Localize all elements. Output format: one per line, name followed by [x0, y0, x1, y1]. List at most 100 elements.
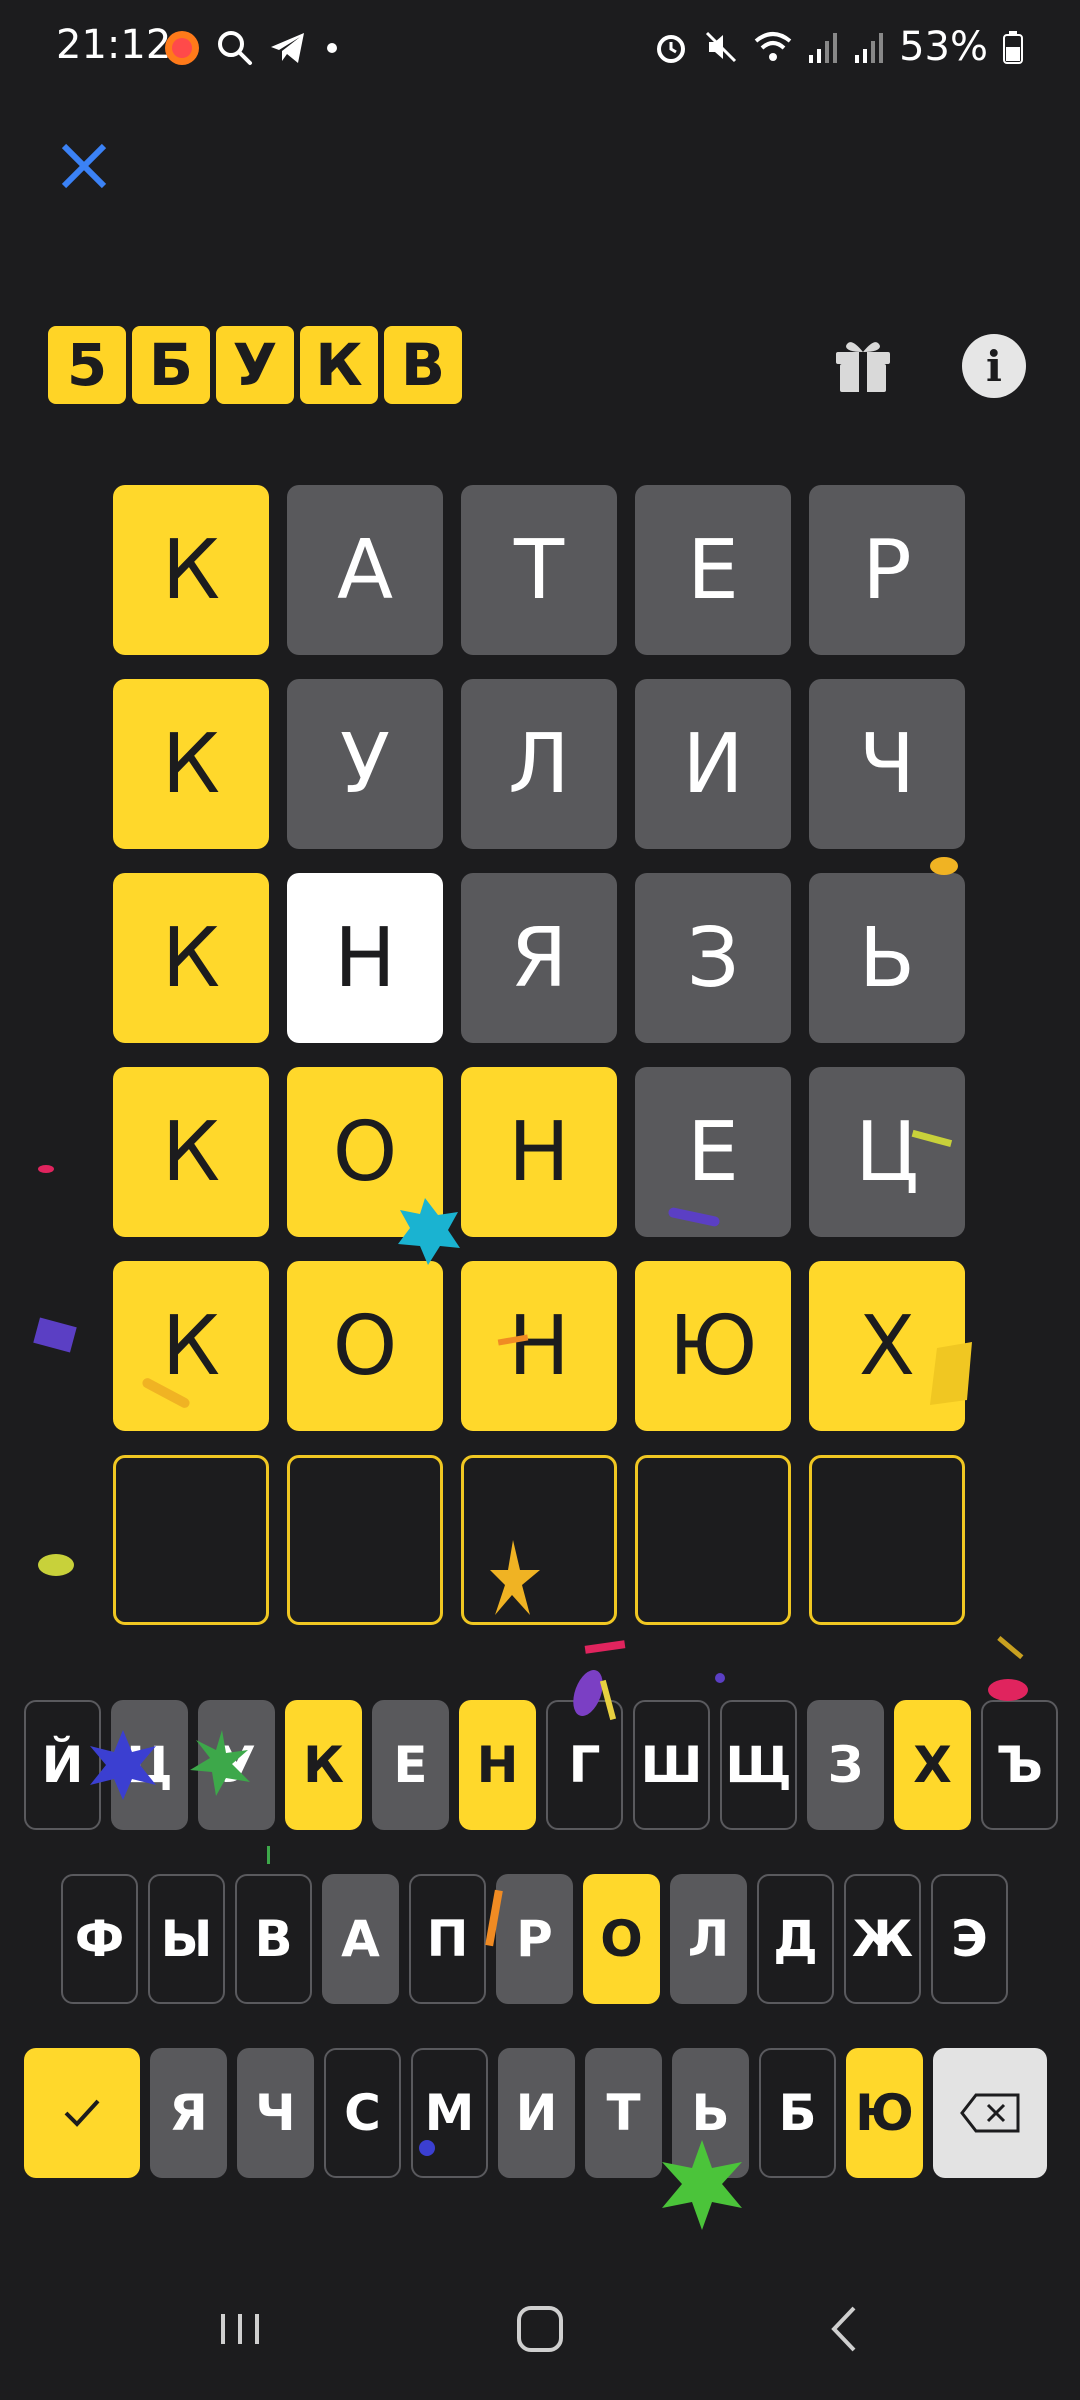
letter-tile: К	[113, 1261, 269, 1431]
app-notification-icon	[165, 31, 199, 65]
key-Ш[interactable]: Ш	[633, 1700, 710, 1830]
letter-tile: К	[113, 485, 269, 655]
logo-letter: К	[300, 326, 378, 404]
check-icon	[64, 2099, 100, 2127]
key-Ц[interactable]: Ц	[111, 1700, 188, 1830]
key-Щ[interactable]: Щ	[720, 1700, 797, 1830]
game-board: КАТЕРКУЛИЧКНЯЗЬКОНЕЦКОНЮХ	[113, 485, 965, 1649]
letter-tile: У	[287, 679, 443, 849]
letter-tile: О	[287, 1067, 443, 1237]
board-row: КАТЕР	[113, 485, 965, 655]
info-button[interactable]: i	[962, 334, 1026, 398]
back-icon	[831, 2306, 856, 2352]
key-В[interactable]: В	[235, 1874, 312, 2004]
key-К[interactable]: К	[285, 1700, 362, 1830]
key-Ы[interactable]: Ы	[148, 1874, 225, 2004]
recent-apps-icon	[221, 2314, 259, 2344]
dot-icon	[327, 43, 337, 53]
status-right-icons: 53%	[653, 24, 1024, 70]
gift-button[interactable]	[832, 334, 894, 396]
key-Ж[interactable]: Ж	[844, 1874, 921, 2004]
logo-letter: 5	[48, 326, 126, 404]
board-row: КОНЮХ	[113, 1261, 965, 1431]
letter-tile: Ю	[635, 1261, 791, 1431]
key-О[interactable]: О	[583, 1874, 660, 2004]
letter-tile: Х	[809, 1261, 965, 1431]
letter-tile: К	[113, 873, 269, 1043]
key-Д[interactable]: Д	[757, 1874, 834, 2004]
key-Ф[interactable]: Ф	[61, 1874, 138, 2004]
signal-icon-2	[855, 33, 884, 63]
letter-tile: О	[287, 1261, 443, 1431]
key-С[interactable]: С	[324, 2048, 401, 2178]
battery-percent: 53%	[899, 24, 988, 70]
logo-letter: В	[384, 326, 462, 404]
close-button[interactable]	[52, 134, 116, 198]
close-icon	[61, 143, 107, 189]
status-left-icons	[162, 28, 342, 68]
key-Н[interactable]: Н	[459, 1700, 536, 1830]
logo-letter: Б	[132, 326, 210, 404]
letter-tile: Ч	[809, 679, 965, 849]
letter-tile: Я	[461, 873, 617, 1043]
home-button[interactable]	[505, 2294, 575, 2364]
key-П[interactable]: П	[409, 1874, 486, 2004]
wifi-icon	[754, 32, 792, 61]
keyboard-row-2: ФЫВАПРОЛДЖЭ	[61, 1874, 1008, 2004]
info-icon: i	[986, 341, 1002, 391]
key-Ю[interactable]: Ю	[846, 2048, 923, 2178]
enter-button[interactable]	[24, 2048, 140, 2178]
battery-icon	[1003, 31, 1023, 64]
key-А[interactable]: А	[322, 1874, 399, 2004]
key-У[interactable]: У	[198, 1700, 275, 1830]
letter-tile: З	[635, 873, 791, 1043]
board-row: КНЯЗЬ	[113, 873, 965, 1043]
recent-apps-button[interactable]	[205, 2294, 275, 2364]
key-Б[interactable]: Б	[759, 2048, 836, 2178]
letter-tile: Т	[461, 485, 617, 655]
keyboard-row-3: ЯЧСМИТЬБЮ	[24, 2048, 1047, 2178]
status-bar: 21:12 53%	[0, 0, 1080, 100]
system-nav-bar	[0, 2270, 1080, 2400]
empty-tile	[287, 1455, 443, 1625]
letter-tile: И	[635, 679, 791, 849]
board-row: КОНЕЦ	[113, 1067, 965, 1237]
key-Э[interactable]: Э	[931, 1874, 1008, 2004]
key-Ь[interactable]: Ь	[672, 2048, 749, 2178]
telegram-icon	[271, 33, 304, 63]
backspace-icon	[960, 2093, 1020, 2133]
key-Е[interactable]: Е	[372, 1700, 449, 1830]
board-row: КУЛИЧ	[113, 679, 965, 849]
letter-tile: Е	[635, 485, 791, 655]
key-Л[interactable]: Л	[670, 1874, 747, 2004]
key-Я[interactable]: Я	[150, 2048, 227, 2178]
letter-tile: Е	[635, 1067, 791, 1237]
letter-tile: Р	[809, 485, 965, 655]
letter-tile: Н	[461, 1067, 617, 1237]
home-icon	[517, 2306, 563, 2352]
letter-tile: Н	[461, 1261, 617, 1431]
key-Р[interactable]: Р	[496, 1874, 573, 2004]
letter-tile: Ц	[809, 1067, 965, 1237]
empty-tile	[461, 1455, 617, 1625]
status-time: 21:12	[56, 22, 172, 68]
letter-tile: Ь	[809, 873, 965, 1043]
search-icon	[218, 31, 252, 65]
key-Й[interactable]: Й	[24, 1700, 101, 1830]
key-Ч[interactable]: Ч	[237, 2048, 314, 2178]
key-Т[interactable]: Т	[585, 2048, 662, 2178]
back-button[interactable]	[810, 2294, 880, 2364]
backspace-button[interactable]	[933, 2048, 1047, 2178]
key-Г[interactable]: Г	[546, 1700, 623, 1830]
gift-icon	[836, 342, 890, 392]
key-И[interactable]: И	[498, 2048, 575, 2178]
key-М[interactable]: М	[411, 2048, 488, 2178]
game-logo: 5 Б У К В	[48, 326, 462, 404]
letter-tile: Н	[287, 873, 443, 1043]
keyboard-row-1: ЙЦУКЕНГШЩЗХЪ	[24, 1700, 1058, 1830]
key-З[interactable]: З	[807, 1700, 884, 1830]
letter-tile: Л	[461, 679, 617, 849]
key-Х[interactable]: Х	[894, 1700, 971, 1830]
key-Ъ[interactable]: Ъ	[981, 1700, 1058, 1830]
letter-tile: К	[113, 1067, 269, 1237]
